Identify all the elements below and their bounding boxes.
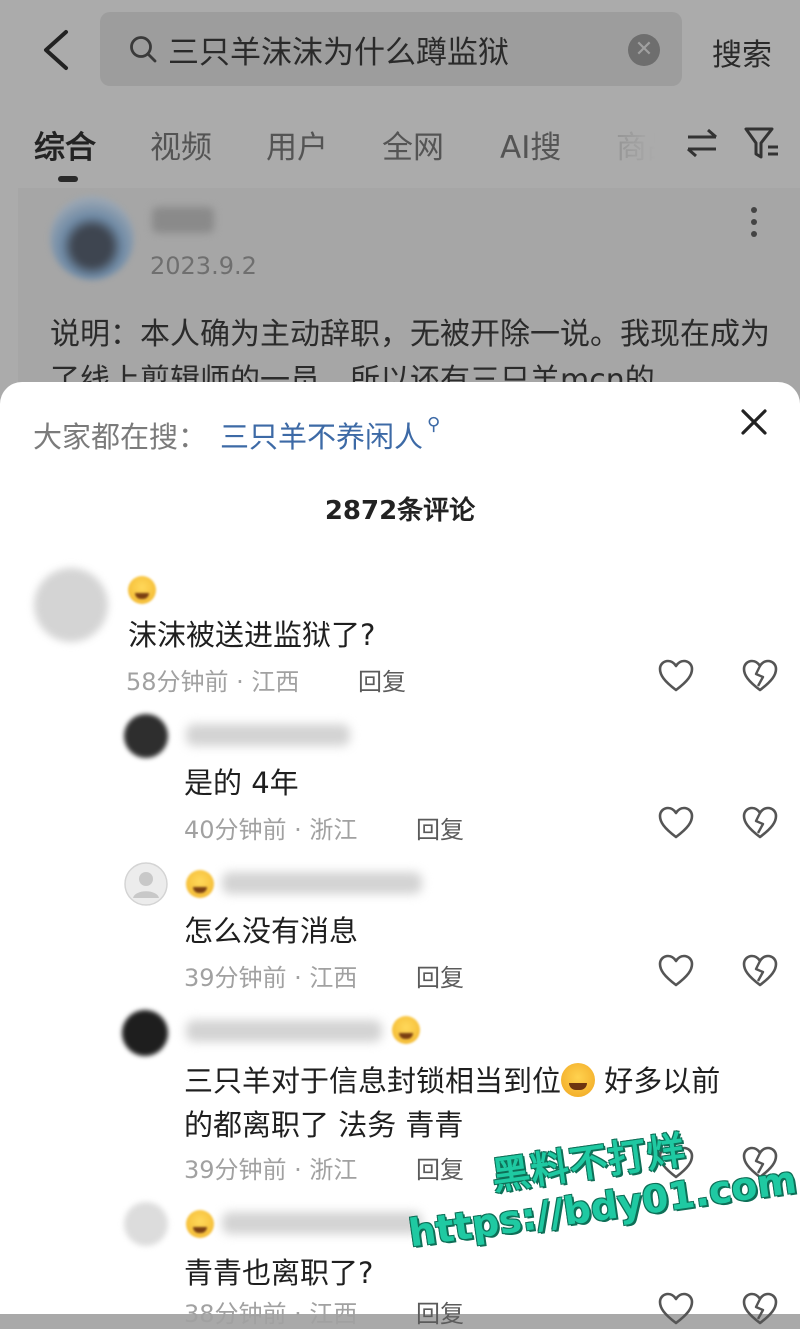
comment-text-line-2: 的都离职了 法务 青青 <box>184 1108 464 1142</box>
comment-text: 好多以前 <box>595 1064 721 1098</box>
hot-search-label: 大家都在搜： <box>33 420 208 454</box>
hot-search-link-text[interactable]: 三只羊不养闲人 <box>220 420 423 454</box>
swap-icon[interactable] <box>684 126 720 160</box>
dislike-icon[interactable] <box>742 806 778 840</box>
username-blurred <box>222 872 422 894</box>
comment-text-line-1: 三只羊对于信息封锁相当到位 好多以前 <box>184 1058 720 1100</box>
search-small-icon: ⚲ <box>427 414 441 435</box>
reply-button[interactable]: 回复 <box>416 958 464 993</box>
heart-icon[interactable] <box>658 806 694 840</box>
comment-count: 2872条评论 <box>324 496 476 526</box>
avatar[interactable] <box>34 568 108 642</box>
comment-text: 青青也离职了? <box>184 1256 374 1290</box>
tab-users[interactable]: 用户 <box>266 122 328 167</box>
comment-meta: 38分钟前 · 江西 <box>184 1300 358 1328</box>
username-blurred <box>186 724 350 746</box>
tab-fade <box>600 120 680 170</box>
dislike-icon[interactable] <box>742 1292 778 1326</box>
comment-meta: 40分钟前 · 浙江 <box>184 816 358 844</box>
comment-meta: 39分钟前 · 浙江 <box>184 1156 358 1184</box>
comment-text: 是的 4年 <box>184 766 299 800</box>
filter-icon[interactable] <box>742 124 782 162</box>
tab-web[interactable]: 全网 <box>382 122 444 167</box>
clear-icon[interactable]: ✕ <box>628 34 660 66</box>
avatar[interactable] <box>50 196 134 280</box>
emoji-icon <box>186 1210 214 1238</box>
reply-button[interactable]: 回复 <box>416 1294 464 1329</box>
heart-icon[interactable] <box>658 954 694 988</box>
reply-button[interactable]: 回复 <box>416 810 464 845</box>
more-icon[interactable] <box>748 204 760 240</box>
comment-meta: 58分钟前 · 江西 <box>126 668 300 696</box>
comment-meta: 39分钟前 · 江西 <box>184 964 358 992</box>
tab-ai-search[interactable]: AI搜 <box>500 122 561 167</box>
tab-active-indicator <box>58 176 78 182</box>
reply-button[interactable]: 回复 <box>358 662 406 697</box>
avatar[interactable] <box>122 1010 168 1056</box>
emoji-icon <box>128 576 156 604</box>
tab-comprehensive[interactable]: 综合 <box>34 122 96 167</box>
post-author-name-blurred <box>152 207 214 233</box>
close-icon[interactable] <box>740 408 768 436</box>
tab-video[interactable]: 视频 <box>150 122 212 167</box>
avatar[interactable] <box>124 862 168 906</box>
comment-text: 怎么没有消息 <box>184 914 359 948</box>
comment-text: 沫沫被送进监狱了? <box>128 618 376 652</box>
search-button[interactable]: 搜索 <box>712 30 772 74</box>
dislike-icon[interactable] <box>742 954 778 988</box>
search-input[interactable]: 三只羊沫沫为什么蹲监狱 <box>168 27 509 72</box>
search-icon <box>130 36 157 63</box>
comment-text: 三只羊对于信息封锁相当到位 <box>184 1064 562 1098</box>
emoji-icon <box>186 870 214 898</box>
heart-icon[interactable] <box>658 1292 694 1326</box>
back-icon[interactable] <box>38 28 78 72</box>
username-blurred <box>186 1020 382 1042</box>
post-date: 2023.9.2 <box>150 252 257 280</box>
heart-icon[interactable] <box>658 659 694 693</box>
reply-button[interactable]: 回复 <box>416 1150 464 1185</box>
emoji-icon <box>392 1016 420 1044</box>
laughing-emoji-icon <box>561 1063 596 1097</box>
hot-search-link[interactable]: 三只羊不养闲人 ⚲ <box>220 414 440 456</box>
avatar[interactable] <box>124 1202 168 1246</box>
dislike-icon[interactable] <box>742 659 778 693</box>
avatar[interactable] <box>124 714 168 758</box>
username-blurred <box>222 1212 422 1234</box>
